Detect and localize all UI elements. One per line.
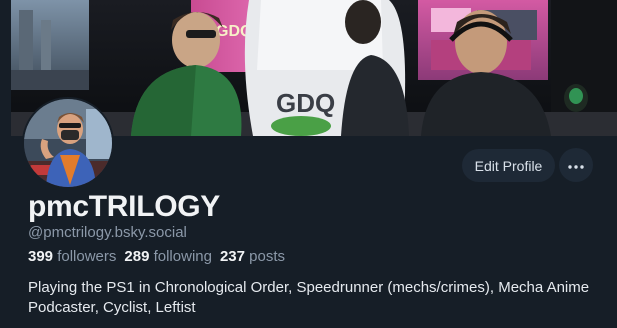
avatar-image <box>24 99 112 187</box>
more-options-button[interactable] <box>559 148 593 182</box>
posts-label: posts <box>249 248 286 265</box>
followers-link[interactable]: 399 followers <box>28 248 116 265</box>
following-count: 289 <box>124 248 150 265</box>
profile-bio: Playing the PS1 in Chronological Order, … <box>28 279 590 316</box>
edit-profile-button[interactable]: Edit Profile <box>462 149 555 182</box>
avatar[interactable] <box>22 97 114 189</box>
following-link[interactable]: 289 following <box>124 248 212 265</box>
posts-count: 237 <box>219 248 245 265</box>
following-label: following <box>153 248 212 265</box>
ellipsis-icon <box>568 156 584 174</box>
followers-count: 399 <box>28 248 54 265</box>
profile-page: GDQ GDQ Edit Profile pmcTRILOGY @pmctril… <box>0 0 617 328</box>
posts-stat: 237 posts <box>220 248 285 265</box>
display-name: pmcTRILOGY <box>28 190 221 223</box>
profile-stats: 399 followers 289 following 237 posts <box>28 248 285 265</box>
profile-handle: @pmctrilogy.bsky.social <box>28 224 187 241</box>
chair-logo-text: GDQ <box>276 88 335 118</box>
followers-label: followers <box>57 248 117 265</box>
